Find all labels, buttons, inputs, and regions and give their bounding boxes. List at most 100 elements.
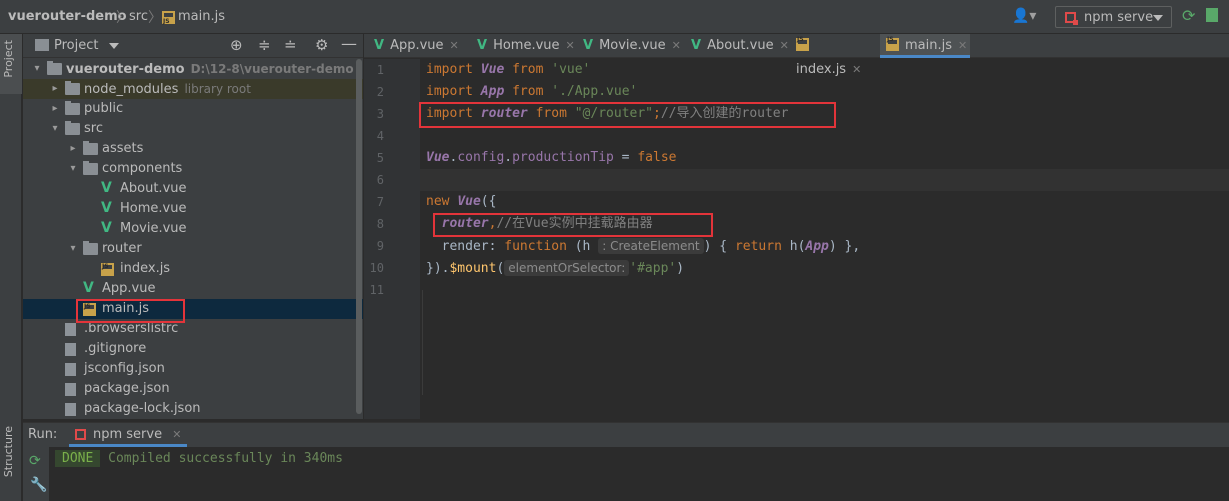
line-number: 6 (376, 173, 384, 187)
tree-item-jsconfig-json[interactable]: jsconfig.json (23, 359, 363, 379)
tree-item-package-lock-json[interactable]: package-lock.json (23, 399, 363, 419)
tab-label: Home.vue (493, 38, 560, 53)
tree-item-hint: library root (184, 82, 251, 96)
tree-item-about-vue[interactable]: V About.vue (23, 179, 363, 199)
tree-item-label: package-lock.json (84, 401, 201, 416)
chevron-down-icon[interactable] (109, 43, 119, 49)
tab-about-vue[interactable]: V About.vue ✕ (685, 34, 789, 58)
breadcrumb-folder[interactable]: src (129, 9, 148, 24)
vue-file-icon: V (83, 280, 94, 296)
close-icon[interactable]: ✕ (958, 39, 967, 52)
tree-item-label: App.vue (102, 281, 156, 296)
tree-item-label: vuerouter-demo (66, 62, 185, 77)
code-line-7: new Vue({ (426, 194, 497, 209)
tab-app-vue[interactable]: V App.vue ✕ (368, 34, 466, 58)
close-icon[interactable]: ✕ (450, 39, 459, 52)
vue-file-icon: V (583, 38, 594, 53)
rerun-icon[interactable]: ⟳ (29, 453, 41, 469)
tree-item-vuerouter-demo[interactable]: ▾ vuerouter-demo D:\12-8\vuerouter-demo (23, 59, 363, 79)
tab-index-js[interactable]: index.js✕ (790, 28, 874, 77)
line-number: 10 (369, 261, 384, 275)
npm-icon (75, 429, 86, 440)
folder-icon (83, 161, 98, 175)
project-tool-tab[interactable]: Project (0, 34, 22, 94)
tree-item-hint: D:\12-8\vuerouter-demo (190, 62, 354, 76)
npm-icon (1065, 12, 1078, 25)
locate-icon[interactable]: ⊕ (230, 36, 243, 54)
tree-item-main-js[interactable]: main.js (23, 297, 363, 319)
vue-file-icon: V (101, 180, 112, 196)
tree-item-app-vue[interactable]: V App.vue (23, 279, 363, 299)
tree-item-components[interactable]: ▾ components (23, 159, 363, 179)
breadcrumb-separator: 〉 (116, 10, 130, 26)
tree-item-public[interactable]: ▸ public (23, 99, 363, 119)
expand-all-icon[interactable]: ≑ (258, 36, 271, 54)
code-editor: V App.vue ✕ V Home.vue ✕ V Movie.vue ✕ V About.vue… (364, 28, 1229, 419)
project-scrollbar[interactable] (355, 59, 363, 414)
structure-tab-label[interactable]: Structure (2, 426, 15, 477)
tree-item-label: router (102, 241, 142, 256)
chevron-down-icon[interactable]: ▾ (67, 159, 79, 179)
breadcrumb-project[interactable]: vuerouter-demo (8, 9, 127, 24)
vue-file-icon: V (101, 200, 112, 216)
tree-item-src[interactable]: ▾ src (23, 119, 363, 139)
chevron-down-icon[interactable]: ▾ (67, 239, 79, 259)
tab-home-vue[interactable]: V Home.vue ✕ (471, 34, 575, 58)
rerun-icon[interactable]: ⟳ (1182, 6, 1195, 25)
tree-item-movie-vue[interactable]: V Movie.vue (23, 219, 363, 239)
tree-item-label: .browserslistrc (84, 321, 179, 336)
line-number: 5 (376, 151, 384, 165)
tab-movie-vue[interactable]: V Movie.vue ✕ (577, 34, 681, 58)
collapse-all-icon[interactable]: ≐ (284, 36, 297, 54)
navigation-bar: vuerouter-demo 〉 src 〉 main.js 👤▾ npm se… (0, 0, 1229, 34)
project-tab-label: Project (2, 40, 15, 78)
close-icon[interactable]: ✕ (566, 39, 575, 52)
tab-label: App.vue (390, 38, 444, 53)
minimize-icon[interactable]: — (341, 34, 357, 53)
run-label: Run: (28, 427, 58, 442)
chevron-down-icon[interactable]: ▾ (31, 59, 43, 79)
run-config-dropdown[interactable]: npm serve (1055, 6, 1172, 28)
tree-item-assets[interactable]: ▸ assets (23, 139, 363, 159)
tree-item-browserslistrc[interactable]: .browserslistrc (23, 319, 363, 339)
gear-icon[interactable]: ⚙ (315, 36, 328, 54)
chevron-right-icon[interactable]: ▸ (49, 99, 61, 119)
file-icon (65, 323, 76, 336)
close-icon[interactable]: ✕ (780, 39, 789, 52)
close-icon[interactable]: ✕ (672, 39, 681, 52)
user-icon[interactable]: 👤▾ (1012, 8, 1036, 24)
tree-item-label: package.json (84, 381, 170, 396)
chevron-down-icon (1153, 15, 1163, 21)
line-number: 3 (376, 107, 384, 121)
tree-item-node-modules[interactable]: ▸ node_modules library root (23, 79, 363, 99)
line-number: 4 (376, 129, 384, 143)
project-view-selector[interactable]: Project (54, 38, 98, 53)
code-line-1: import Vue from 'vue' (426, 62, 591, 77)
chevron-right-icon[interactable]: ▸ (49, 79, 61, 99)
breadcrumb-file[interactable]: main.js (178, 9, 225, 24)
tree-item-gitignore[interactable]: .gitignore (23, 339, 363, 359)
code-area[interactable]: import Vue from 'vue' import App from '.… (426, 59, 1226, 419)
chevron-down-icon[interactable]: ▾ (49, 119, 61, 139)
done-badge: DONE (55, 450, 101, 467)
vue-file-icon: V (691, 38, 702, 53)
run-side-toolbar: ⟳ 🔧 (23, 447, 50, 501)
tree-item-index-js[interactable]: index.js (23, 257, 363, 279)
tree-item-label: Movie.vue (120, 221, 187, 236)
tree-item-label: .gitignore (84, 341, 147, 356)
run-tab-npm-serve[interactable]: npm serve ✕ (69, 423, 188, 447)
parameter-name-hint: elementOrSelector: (504, 260, 630, 276)
tree-item-label: Home.vue (120, 201, 187, 216)
tree-item-package-json[interactable]: package.json (23, 379, 363, 399)
tab-main-js[interactable]: main.js ✕ (880, 28, 970, 58)
line-number: 9 (376, 239, 384, 253)
stop-icon[interactable] (1206, 8, 1218, 22)
tree-item-home-vue[interactable]: V Home.vue (23, 199, 363, 219)
js-file-icon (796, 28, 809, 52)
chevron-right-icon[interactable]: ▸ (67, 139, 79, 159)
folder-icon (65, 81, 80, 95)
wrench-icon[interactable]: 🔧 (30, 477, 47, 493)
tree-item-label: About.vue (120, 181, 187, 196)
tree-item-router[interactable]: ▾ router (23, 239, 363, 259)
close-icon[interactable]: ✕ (172, 428, 181, 441)
